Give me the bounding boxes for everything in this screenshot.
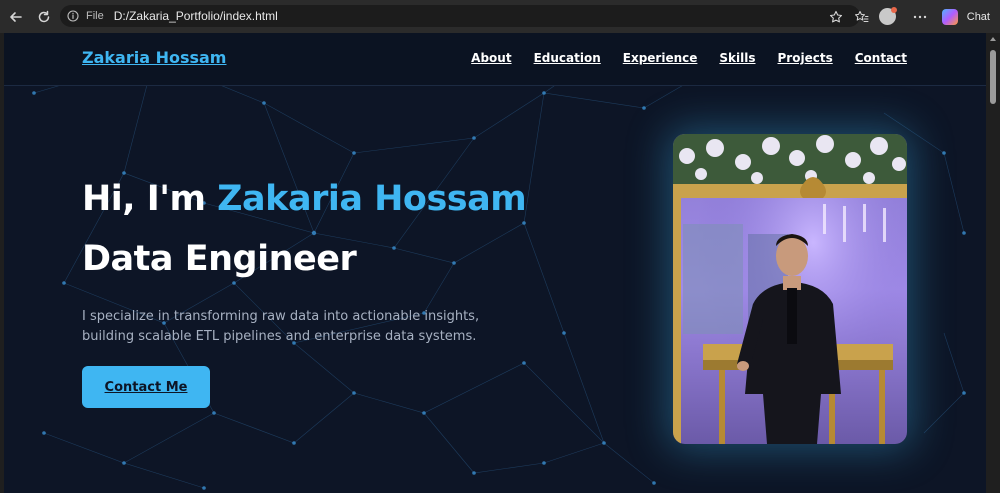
main-nav: About Education Experience Skills Projec… bbox=[471, 51, 907, 65]
copilot-icon[interactable] bbox=[937, 4, 963, 30]
nav-education[interactable]: Education bbox=[534, 51, 601, 65]
nav-experience[interactable]: Experience bbox=[623, 51, 698, 65]
scroll-up-icon[interactable] bbox=[990, 37, 996, 41]
browser-toolbar: File D:/Zakaria_Portfolio/index.html Cha… bbox=[0, 0, 1000, 33]
scrollbar-thumb[interactable] bbox=[990, 50, 996, 104]
profile-photo bbox=[673, 134, 907, 444]
url-text[interactable]: D:/Zakaria_Portfolio/index.html bbox=[114, 9, 278, 23]
back-icon[interactable] bbox=[2, 3, 30, 31]
brand-logo[interactable]: Zakaria Hossam bbox=[82, 48, 226, 67]
hero-description: I specialize in transforming raw data in… bbox=[82, 309, 480, 344]
file-label: File bbox=[86, 10, 104, 22]
nav-projects[interactable]: Projects bbox=[778, 51, 833, 65]
favorites-icon[interactable] bbox=[849, 4, 875, 30]
nav-contact[interactable]: Contact bbox=[855, 51, 907, 65]
browser-actions: Chat bbox=[823, 0, 1000, 33]
chat-label[interactable]: Chat bbox=[967, 11, 990, 23]
site-header: Zakaria Hossam About Education Experienc… bbox=[4, 33, 986, 86]
hero-name: Zakaria Hossam bbox=[217, 179, 527, 219]
hero-role: Data Engineer bbox=[82, 239, 357, 279]
page-viewport: Zakaria Hossam About Education Experienc… bbox=[4, 33, 986, 493]
nav-about[interactable]: About bbox=[471, 51, 511, 65]
profile-icon[interactable] bbox=[875, 4, 901, 30]
hero-greeting: Hi, I'm bbox=[82, 179, 218, 219]
info-icon[interactable] bbox=[66, 9, 80, 23]
refresh-icon[interactable] bbox=[30, 3, 58, 31]
contact-me-button[interactable]: Contact Me bbox=[82, 366, 210, 408]
address-bar[interactable]: File D:/Zakaria_Portfolio/index.html bbox=[60, 5, 860, 27]
star-icon[interactable] bbox=[823, 4, 849, 30]
nav-skills[interactable]: Skills bbox=[719, 51, 755, 65]
more-icon[interactable] bbox=[907, 4, 933, 30]
hero-heading: Hi, I'm Zakaria Hossam bbox=[82, 179, 527, 219]
